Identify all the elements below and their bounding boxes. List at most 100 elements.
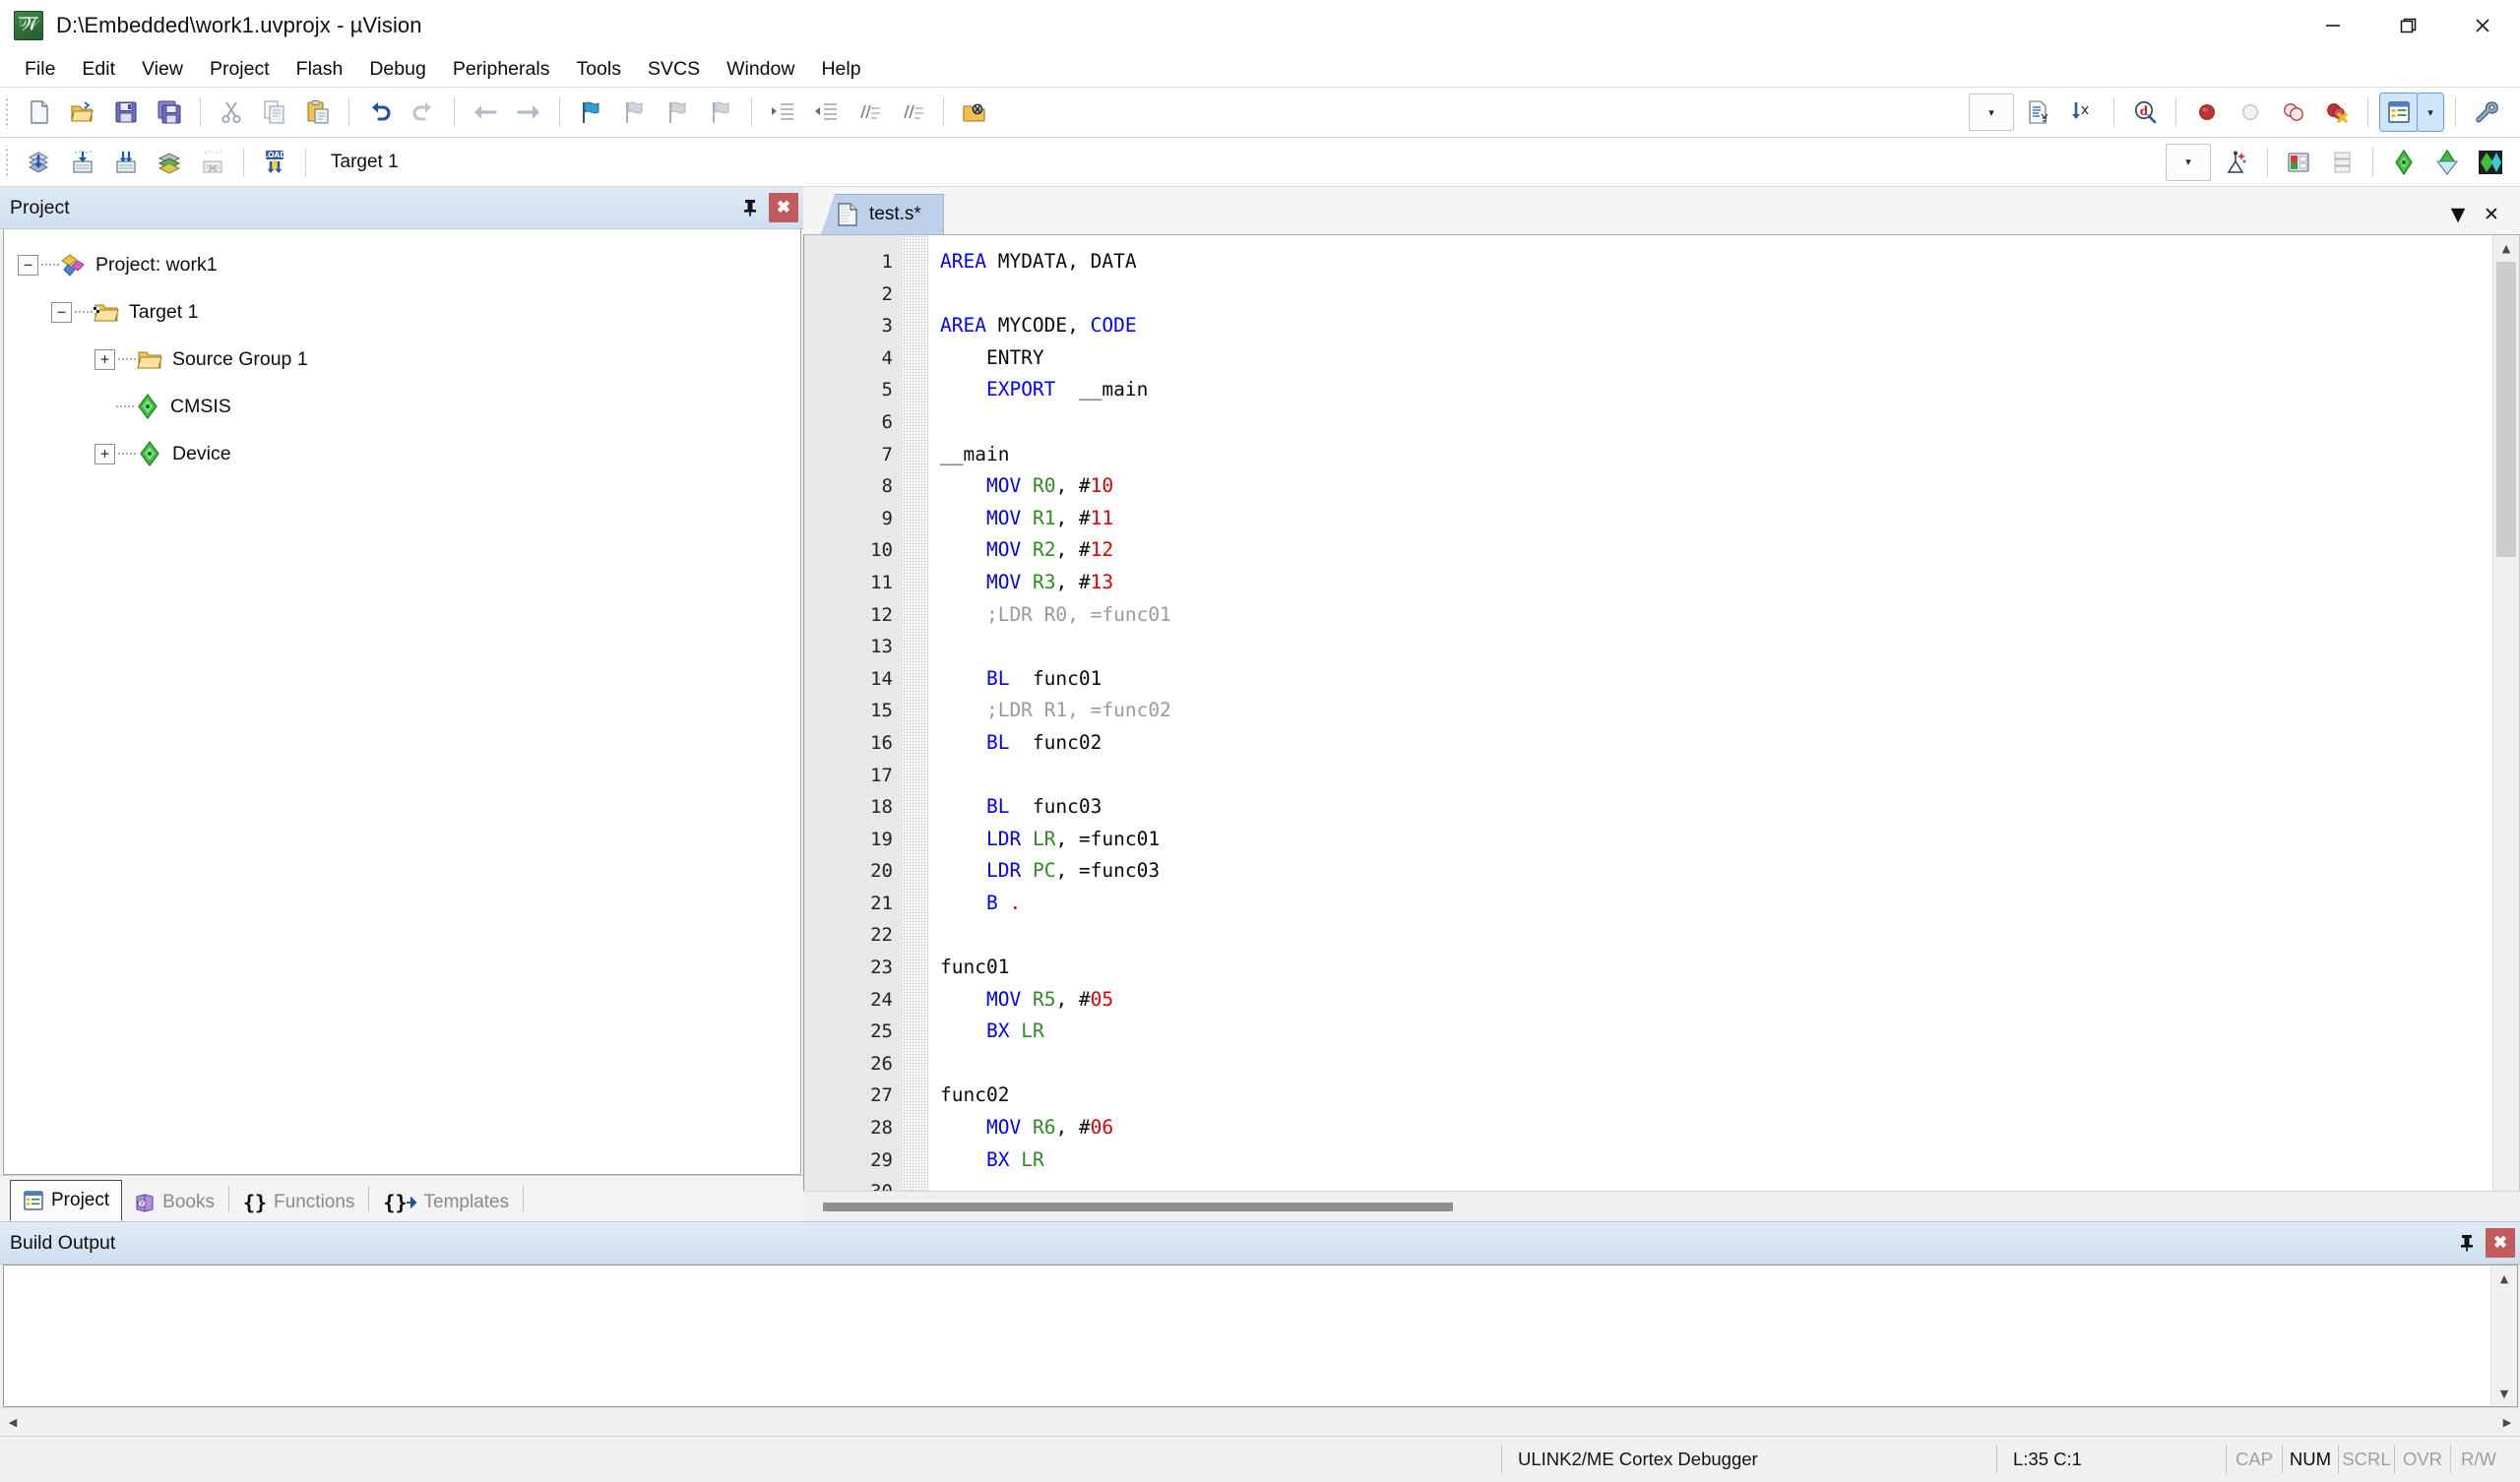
- scroll-thumb[interactable]: [2496, 262, 2516, 557]
- code-line[interactable]: MOV R0, #10: [940, 470, 2492, 503]
- code-line[interactable]: MOV R2, #12: [940, 534, 2492, 567]
- bookmark-next-icon[interactable]: [658, 93, 697, 132]
- save-all-icon[interactable]: [150, 93, 189, 132]
- navigate-back-icon[interactable]: [466, 93, 505, 132]
- find-in-files-icon[interactable]: [955, 93, 994, 132]
- code-line[interactable]: [940, 919, 2492, 952]
- code-line[interactable]: __main: [940, 439, 2492, 471]
- code-line[interactable]: AREA MYDATA, DATA: [940, 246, 2492, 278]
- code-line[interactable]: [940, 631, 2492, 663]
- menu-view[interactable]: View: [129, 54, 196, 85]
- code-line[interactable]: ;LDR R0, =func01: [940, 599, 2492, 632]
- cut-icon[interactable]: [212, 93, 251, 132]
- build-output-body[interactable]: ▲ ▼: [3, 1265, 2518, 1407]
- code-line[interactable]: LDR PC, =func03: [940, 855, 2492, 888]
- menu-tools[interactable]: Tools: [563, 54, 634, 85]
- code-line[interactable]: ENTRY: [940, 342, 2492, 375]
- code-line[interactable]: func02: [940, 1080, 2492, 1112]
- menu-window[interactable]: Window: [714, 54, 807, 85]
- build-icon[interactable]: [63, 143, 102, 182]
- target-selector-dropdown[interactable]: ▾: [2166, 143, 2211, 181]
- menu-debug[interactable]: Debug: [356, 54, 438, 85]
- find-replace-icon[interactable]: [2063, 93, 2103, 132]
- tree-expander[interactable]: −: [51, 301, 72, 323]
- toolbar-grip[interactable]: [3, 145, 13, 179]
- code-line[interactable]: BX LR: [940, 1016, 2492, 1048]
- tree-node-cmsis[interactable]: CMSIS: [18, 383, 800, 430]
- batch-build-icon[interactable]: [150, 143, 189, 182]
- code-line[interactable]: MOV R3, #13: [940, 567, 2492, 599]
- code-line[interactable]: MOV R5, #05: [940, 984, 2492, 1017]
- scroll-left-button[interactable]: ◀: [0, 1409, 26, 1435]
- code-line[interactable]: BL func01: [940, 663, 2492, 696]
- insert-breakpoint-icon[interactable]: [2187, 93, 2227, 132]
- target-options-icon[interactable]: [2217, 143, 2256, 182]
- breakpoint-margin[interactable]: [903, 235, 928, 1191]
- menu-file[interactable]: File: [12, 54, 68, 85]
- indent-icon[interactable]: [763, 93, 802, 132]
- menu-svcs[interactable]: SVCS: [635, 54, 713, 85]
- menu-edit[interactable]: Edit: [69, 54, 128, 85]
- rebuild-icon[interactable]: [106, 143, 146, 182]
- minimize-button[interactable]: [2296, 0, 2370, 51]
- bookmark-prev-icon[interactable]: [614, 93, 654, 132]
- debug-session-icon[interactable]: d: [2125, 93, 2165, 132]
- kill-all-breakpoints-icon[interactable]: [2317, 93, 2357, 132]
- code-line[interactable]: MOV R1, #11: [940, 503, 2492, 535]
- panel-tab-templates[interactable]: {} Templates: [371, 1184, 521, 1221]
- code-line[interactable]: [940, 278, 2492, 311]
- scroll-up-button[interactable]: ▲: [2491, 1266, 2517, 1291]
- tree-expander[interactable]: +: [94, 443, 115, 464]
- open-file-icon[interactable]: [63, 93, 102, 132]
- menu-project[interactable]: Project: [197, 54, 283, 85]
- copy-icon[interactable]: [255, 93, 294, 132]
- find-combo-dropdown[interactable]: ▾: [1969, 93, 2014, 131]
- panel-tab-books[interactable]: ? Books: [122, 1184, 226, 1221]
- scroll-thumb[interactable]: [823, 1202, 1453, 1211]
- code-line[interactable]: func01: [940, 952, 2492, 984]
- download-icon[interactable]: LOAD: [255, 143, 294, 182]
- redo-icon[interactable]: [404, 93, 443, 132]
- project-window-dropdown-icon[interactable]: ▾: [2417, 93, 2444, 132]
- tree-node-target[interactable]: − Target 1: [18, 288, 800, 336]
- scroll-down-button[interactable]: ▼: [2491, 1381, 2517, 1406]
- comment-icon[interactable]: [850, 93, 889, 132]
- insert-file-icon[interactable]: [2020, 93, 2059, 132]
- scroll-right-button[interactable]: ▶: [2494, 1409, 2520, 1435]
- manage-multi-project-icon[interactable]: [2322, 143, 2362, 182]
- menu-help[interactable]: Help: [808, 54, 873, 85]
- manage-run-time-env-icon[interactable]: [2427, 143, 2467, 182]
- build-output-vertical-scrollbar[interactable]: ▲ ▼: [2490, 1266, 2517, 1406]
- panel-tab-project[interactable]: Project: [10, 1180, 123, 1221]
- code-editor[interactable]: 1 2 3 4 5 6 7 8 9 10 11 12 13 14 15 16 17 18 19 20 21 22 23 24 2…: [803, 235, 2520, 1191]
- code-line[interactable]: AREA MYCODE, CODE: [940, 310, 2492, 342]
- editor-horizontal-scrollbar[interactable]: [803, 1191, 2520, 1221]
- tree-node-source-group[interactable]: + Source Group 1: [18, 336, 800, 383]
- code-line[interactable]: BX LR: [940, 1144, 2492, 1177]
- pack-manage-icon[interactable]: [2471, 143, 2510, 182]
- project-panel-pin-button[interactable]: [734, 192, 766, 223]
- code-line[interactable]: LDR LR, =func01: [940, 824, 2492, 856]
- menu-flash[interactable]: Flash: [284, 54, 356, 85]
- code-line[interactable]: [940, 406, 2492, 439]
- editor-close-button[interactable]: ✕: [2475, 199, 2508, 230]
- code-line[interactable]: BL func02: [940, 727, 2492, 760]
- save-icon[interactable]: [106, 93, 146, 132]
- project-panel-close-button[interactable]: ✖: [768, 192, 799, 223]
- tree-expander[interactable]: +: [94, 348, 115, 370]
- build-output-close-button[interactable]: ✖: [2485, 1227, 2516, 1259]
- code-line[interactable]: [940, 760, 2492, 792]
- disable-breakpoint-icon[interactable]: [2231, 93, 2270, 132]
- bookmark-toggle-icon[interactable]: [571, 93, 610, 132]
- manage-project-items-icon[interactable]: [2279, 143, 2318, 182]
- configure-icon[interactable]: [2467, 93, 2506, 132]
- target-selector-value[interactable]: Target 1: [315, 152, 492, 173]
- build-output-pin-button[interactable]: [2451, 1227, 2483, 1259]
- project-window-icon[interactable]: [2379, 93, 2419, 132]
- editor-window-list-button[interactable]: ▼: [2441, 199, 2475, 230]
- panel-tab-functions[interactable]: {} Functions: [231, 1184, 366, 1221]
- paste-icon[interactable]: [298, 93, 338, 132]
- editor-tab-test-s[interactable]: test.s*: [821, 194, 944, 234]
- stop-build-icon[interactable]: [193, 143, 232, 182]
- disable-all-breakpoints-icon[interactable]: [2274, 93, 2313, 132]
